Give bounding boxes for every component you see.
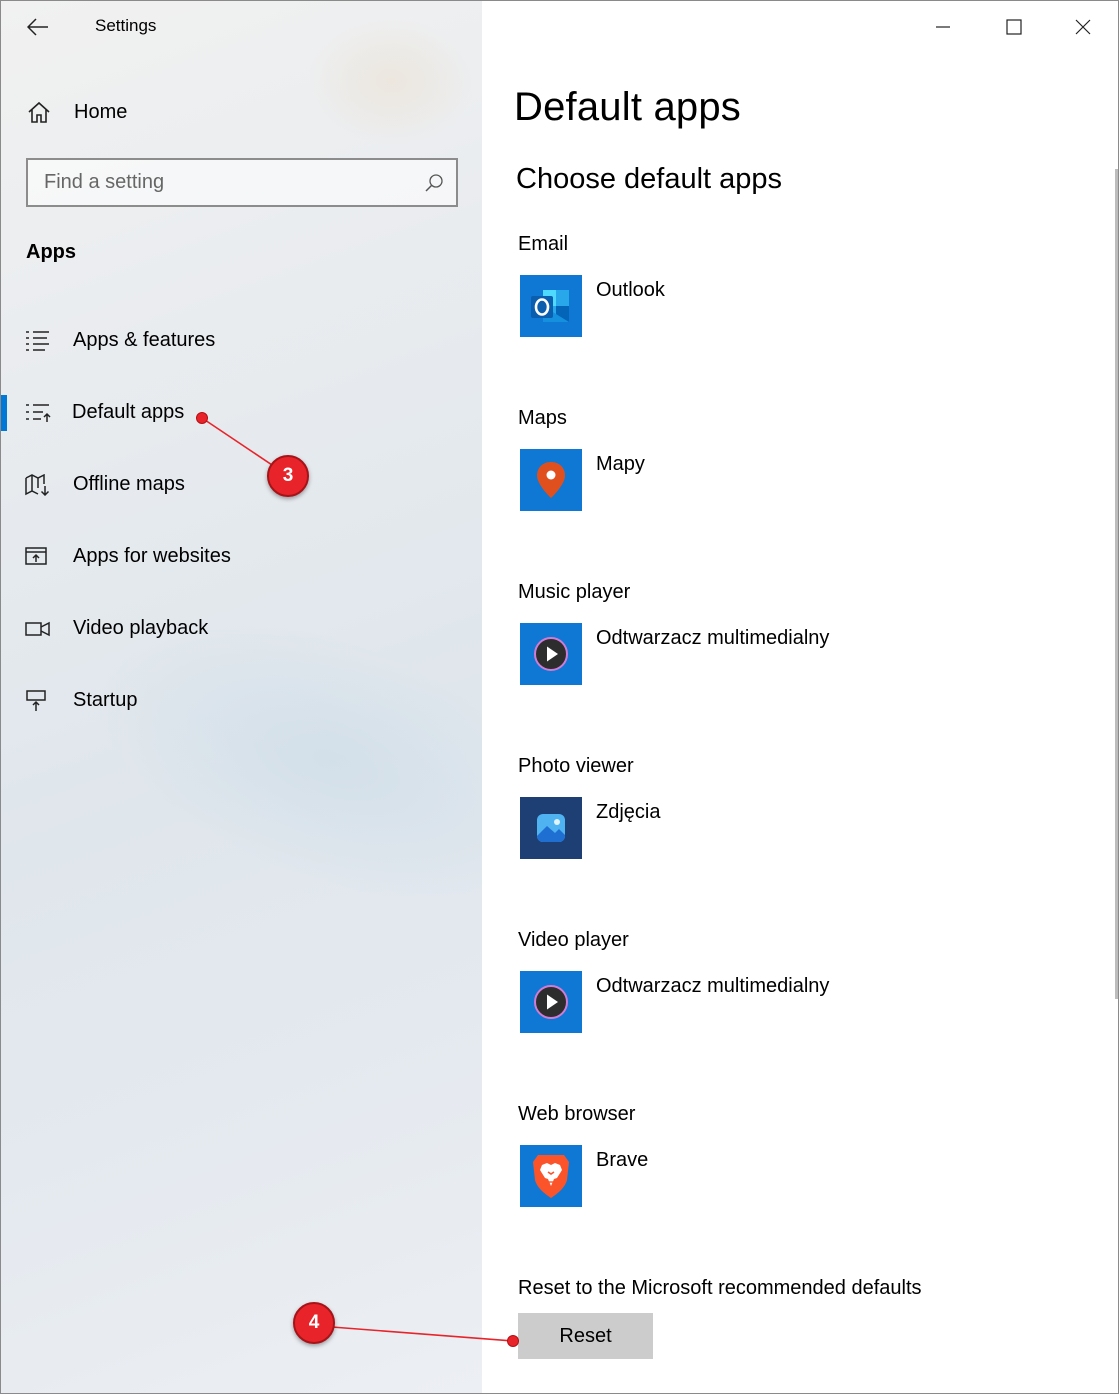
maximize-icon [1006, 19, 1022, 35]
sidebar-item-label: Startup [73, 689, 138, 711]
maps-pin-icon [520, 449, 582, 511]
sidebar-item-apps-for-websites[interactable]: Apps for websites [1, 537, 482, 577]
maximize-button[interactable] [991, 9, 1037, 45]
annotation-dot [507, 1335, 519, 1347]
category-label: Music player [518, 581, 631, 603]
minimize-icon [936, 26, 950, 28]
scrollbar[interactable] [1115, 169, 1118, 999]
annotation-badge-3: 3 [267, 455, 309, 497]
annotation-badge-4: 4 [293, 1302, 335, 1344]
default-app-name: Zdjęcia [596, 801, 661, 823]
category-label: Video player [518, 929, 629, 951]
minimize-button[interactable] [920, 9, 966, 45]
back-arrow-icon [27, 18, 48, 36]
annotation-dot [196, 412, 208, 424]
sidebar-item-video-playback[interactable]: Video playback [1, 609, 482, 649]
sidebar-item-label: Video playback [73, 617, 209, 639]
photos-icon [520, 797, 582, 859]
default-app-name: Brave [596, 1149, 649, 1171]
search-icon[interactable] [424, 173, 444, 193]
category-label: Maps [518, 407, 567, 429]
default-music-player-app-button[interactable]: Odtwarzacz multimedialny [520, 623, 1040, 685]
sidebar-item-label: Default apps [72, 401, 185, 423]
section-title: Apps [26, 241, 76, 263]
media-player-icon [520, 971, 582, 1033]
sidebar-item-label: Offline maps [73, 473, 185, 495]
category-label: Web browser [518, 1103, 636, 1125]
sidebar-item-startup[interactable]: Startup [1, 681, 482, 721]
category-label: Email [518, 233, 569, 255]
media-player-icon [520, 623, 582, 685]
sidebar-item-label: Apps & features [73, 329, 216, 351]
close-icon [1075, 19, 1091, 35]
sidebar-item-offline-maps[interactable]: Offline maps [1, 465, 482, 505]
brave-lion-icon [520, 1145, 582, 1207]
startup-icon [26, 690, 46, 711]
section-heading: Choose default apps [516, 163, 783, 195]
home-icon [28, 101, 50, 123]
page-title: Default apps [514, 85, 741, 129]
default-app-name: Outlook [596, 279, 665, 301]
back-button[interactable] [23, 13, 53, 41]
home-label: Home [74, 100, 128, 123]
home-nav-item[interactable]: Home [26, 96, 127, 128]
list-icon [26, 331, 49, 351]
search-box[interactable] [26, 158, 458, 207]
settings-window: Settings Home Apps Apps & features [0, 0, 1119, 1394]
close-button[interactable] [1060, 9, 1106, 45]
default-video-player-app-button[interactable]: Odtwarzacz multimedialny [520, 971, 1040, 1033]
navigation-pane: Settings Home Apps Apps & features [1, 1, 607, 1393]
window-title: Settings [95, 16, 157, 35]
content-pane: Default apps Choose default apps Email O… [482, 1, 1118, 1393]
default-maps-app-button[interactable]: Mapy [520, 449, 1040, 511]
offline-maps-icon [25, 474, 50, 496]
default-web-browser-app-button[interactable]: Brave [520, 1145, 1040, 1207]
default-photo-viewer-app-button[interactable]: Zdjęcia [520, 797, 1040, 859]
outlook-icon [520, 275, 582, 337]
default-app-name: Odtwarzacz multimedialny [596, 975, 830, 997]
default-email-app-button[interactable]: Outlook [520, 275, 1040, 337]
default-app-name: Mapy [596, 453, 645, 475]
search-input[interactable] [44, 171, 404, 194]
video-camera-icon [25, 621, 50, 637]
default-apps-icon [26, 404, 51, 422]
sidebar-item-default-apps[interactable]: Default apps [1, 393, 482, 433]
category-label: Photo viewer [518, 755, 634, 777]
sidebar-item-label: Apps for websites [73, 545, 231, 567]
reset-description: Reset to the Microsoft recommended defau… [518, 1277, 922, 1299]
default-app-name: Odtwarzacz multimedialny [596, 627, 830, 649]
reset-button[interactable]: Reset [518, 1313, 653, 1359]
sidebar-item-apps-features[interactable]: Apps & features [1, 321, 482, 361]
apps-for-websites-icon [25, 547, 47, 565]
